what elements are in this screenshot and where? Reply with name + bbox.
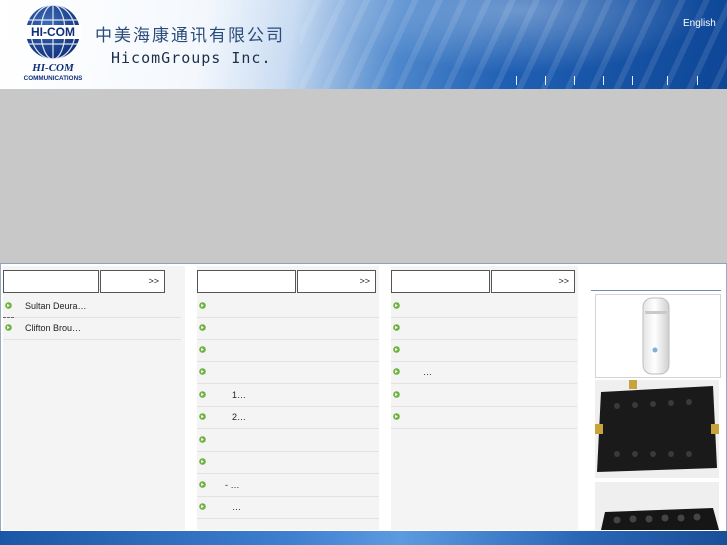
column-2-title-tab[interactable] — [197, 270, 296, 293]
list-item[interactable]: Sultan Deura… — [3, 296, 181, 318]
bullet-arrow-icon — [393, 302, 400, 309]
nav-separator — [667, 76, 668, 85]
company-name-cn: 中美海康通讯有限公司 — [95, 26, 285, 46]
bullet-arrow-icon — [5, 324, 12, 331]
list-item[interactable]: - … — [197, 475, 379, 497]
cavity-filter-graphic — [595, 482, 719, 530]
more-label: >> — [148, 276, 159, 286]
nav-separator — [574, 76, 575, 85]
list-item-text[interactable]: … — [423, 367, 432, 377]
list-item-text[interactable]: 2… — [232, 412, 246, 422]
list-item[interactable]: 2… — [197, 407, 379, 429]
bullet-arrow-icon — [5, 302, 12, 309]
filter-module-graphic — [595, 380, 719, 478]
hicom-logo[interactable]: HI-COM HI-COM COMMUNICATIONS — [21, 3, 85, 83]
bullet-arrow-icon — [393, 346, 400, 353]
list-item-text[interactable]: … — [232, 502, 241, 512]
list-item[interactable] — [391, 385, 577, 407]
english-link[interactable]: English — [683, 18, 716, 29]
bullet-arrow-icon — [393, 391, 400, 398]
bullet-arrow-icon — [199, 302, 206, 309]
column-1-more-button[interactable]: >> — [100, 270, 165, 293]
bullet-arrow-icon — [199, 368, 206, 375]
list-item[interactable] — [197, 452, 379, 474]
nav-separator — [632, 76, 633, 85]
bullet-arrow-icon — [199, 346, 206, 353]
column-3-title-tab[interactable] — [391, 270, 490, 293]
column-3-tabbar: >> — [391, 270, 578, 293]
product-image-filter-module[interactable] — [595, 380, 719, 478]
more-label: >> — [359, 276, 370, 286]
product-image-cavity-filter[interactable] — [595, 482, 719, 530]
list-item-text[interactable]: Clifton Brou… — [25, 323, 81, 333]
company-name-en: HicomGroups Inc. — [111, 49, 272, 67]
nav-separator — [545, 76, 546, 85]
column-2-more-button[interactable]: >> — [297, 270, 376, 293]
list-item-text[interactable]: Sultan Deura… — [25, 301, 87, 311]
list-item[interactable] — [197, 318, 379, 340]
more-label: >> — [558, 276, 569, 286]
nav-separator — [603, 76, 604, 85]
site-footer — [0, 531, 727, 545]
list-item[interactable]: Clifton Brou… — [3, 318, 181, 340]
bullet-arrow-icon — [199, 458, 206, 465]
list-item[interactable] — [391, 296, 577, 318]
list-item[interactable] — [197, 362, 379, 384]
bullet-arrow-icon — [393, 324, 400, 331]
list-item[interactable] — [391, 340, 577, 362]
header-decoration — [300, 0, 727, 89]
bullet-arrow-icon — [199, 391, 206, 398]
list-item[interactable]: … — [197, 497, 379, 519]
banner-area — [0, 89, 727, 263]
list-item[interactable] — [197, 340, 379, 362]
bullet-arrow-icon — [199, 324, 206, 331]
nav-separator — [516, 76, 517, 85]
nav-separator — [697, 76, 698, 85]
news-column-2: >> 1… 2… - … … — [197, 266, 379, 530]
list-item-text[interactable]: - … — [225, 480, 240, 490]
column-3-more-button[interactable]: >> — [491, 270, 575, 293]
logo-text: HI-COM — [31, 25, 75, 39]
bullet-arrow-icon — [393, 413, 400, 420]
list-item-text[interactable]: 1… — [232, 390, 246, 400]
news-column-3: >> … — [391, 266, 578, 530]
product-image-usb-modem[interactable] — [595, 294, 721, 378]
column-1-tabbar: >> — [3, 270, 185, 293]
product-showcase — [591, 266, 722, 530]
site-header: HI-COM HI-COM COMMUNICATIONS 中美海康通讯有限公司 … — [0, 0, 727, 89]
column-1-title-tab[interactable] — [3, 270, 99, 293]
bullet-arrow-icon — [199, 503, 206, 510]
news-column-1: >> Sultan Deura… Clifton Brou… — [3, 266, 185, 530]
column-2-tabbar: >> — [197, 270, 379, 293]
list-item[interactable]: 1… — [197, 385, 379, 407]
bullet-arrow-icon — [199, 436, 206, 443]
bullet-arrow-icon — [393, 368, 400, 375]
list-item[interactable] — [197, 296, 379, 318]
list-item[interactable] — [391, 318, 577, 340]
logo-sub-brand: HI-COM — [31, 62, 75, 74]
logo-sub-caption: COMMUNICATIONS — [24, 75, 83, 82]
list-item[interactable]: … — [391, 362, 577, 384]
list-item[interactable] — [197, 430, 379, 452]
usb-modem-graphic — [642, 297, 670, 375]
bullet-arrow-icon — [199, 413, 206, 420]
bullet-arrow-icon — [199, 481, 206, 488]
list-item[interactable] — [391, 407, 577, 429]
showcase-header-line — [591, 290, 721, 291]
